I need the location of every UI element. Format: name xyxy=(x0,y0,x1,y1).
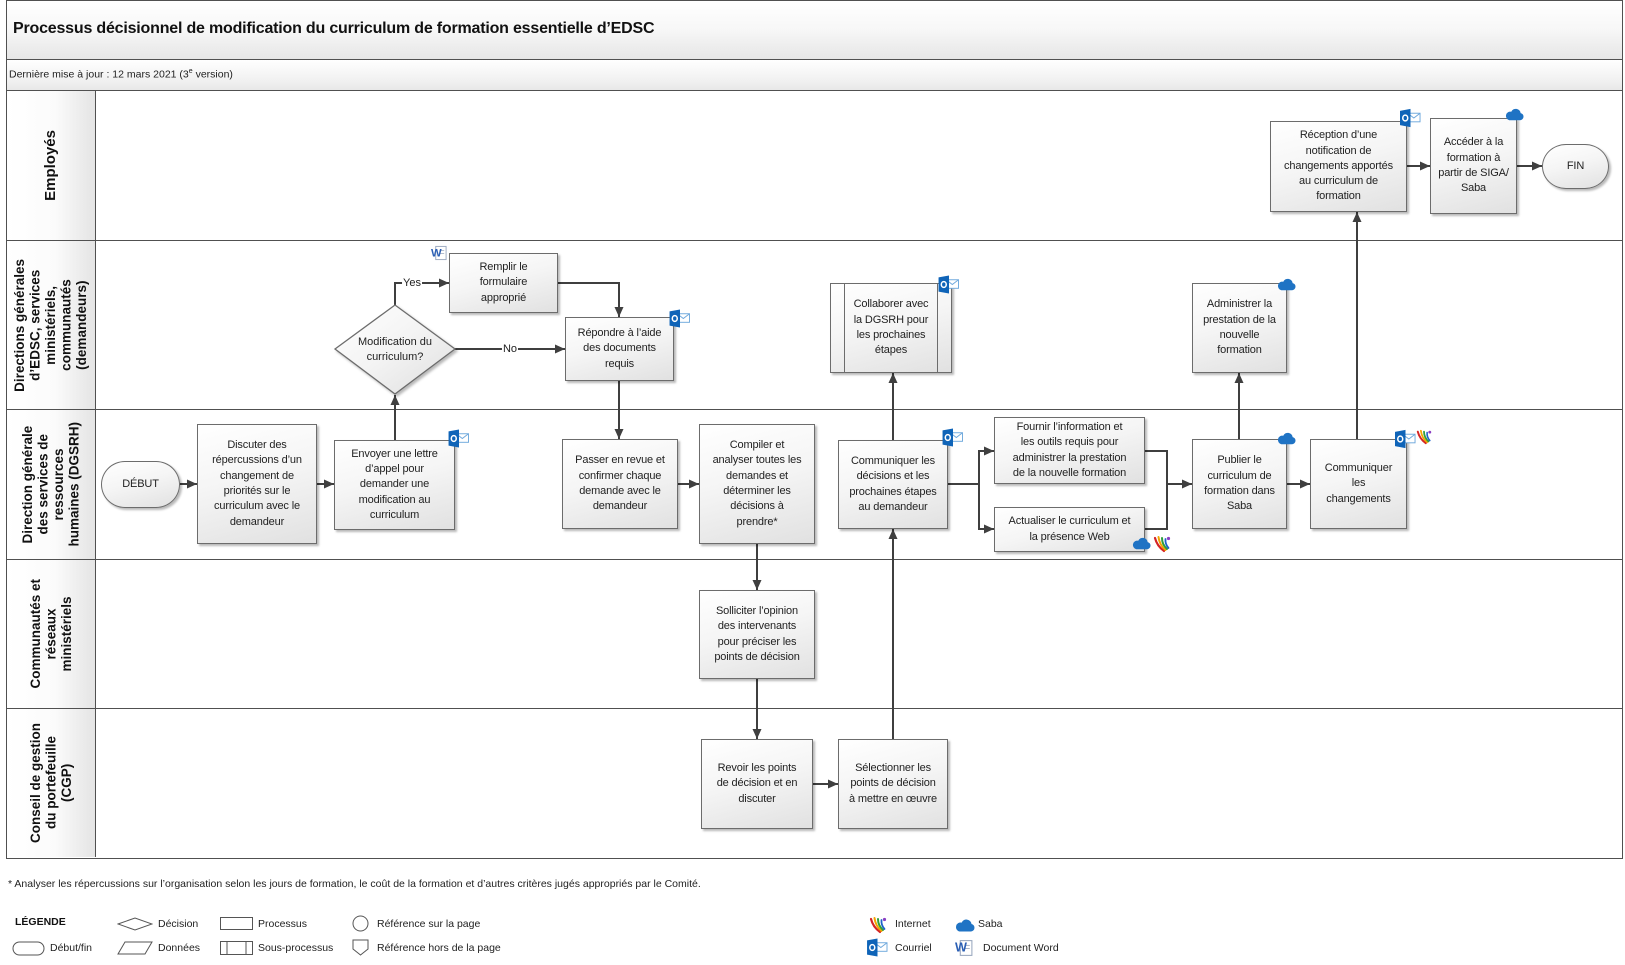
subprocess-right-bar xyxy=(937,284,938,372)
node-label: DÉBUT xyxy=(122,477,159,490)
courriel-outlook-icon xyxy=(1395,429,1416,449)
end-node: FIN xyxy=(1542,144,1609,189)
legend-process-shape xyxy=(220,917,253,930)
legend-label: Sous-processus xyxy=(258,942,334,954)
subprocess-collaborer: Collaborer avec la DGSRH pour les procha… xyxy=(830,283,952,373)
process-actualiser: Actualiser le curriculum et la présence … xyxy=(994,507,1145,552)
decision-modification-curriculum: Modification du curriculum? xyxy=(335,305,455,394)
node-label: Répondre à l’aide des documents requis xyxy=(577,327,662,370)
node-label: Actualiser le curriculum et la présence … xyxy=(1008,515,1131,543)
connector-communiquer-fournir xyxy=(948,446,994,485)
legend-label: Référence sur la page xyxy=(377,918,481,930)
node-label: Compiler et analyser toutes les demandes… xyxy=(712,439,802,528)
node-label: Revoir les points de décision et en disc… xyxy=(716,762,798,805)
node-label: Réception d’une notification de changeme… xyxy=(1284,129,1393,203)
internet-icon xyxy=(1153,535,1171,553)
connector-fournir-publier xyxy=(1145,450,1192,489)
process-solliciter: Solliciter l’opinion des intervenants po… xyxy=(699,590,815,679)
legend-label: Document Word xyxy=(983,942,1059,954)
courriel-outlook-icon xyxy=(942,428,964,447)
legend-label: Saba xyxy=(978,918,1003,930)
courriel-outlook-icon xyxy=(938,275,960,294)
process-map-canvas: Processus décisionnel de modification du… xyxy=(0,0,1625,965)
process-envoyer: Envoyer une lettre d’appel pour demander… xyxy=(334,440,455,530)
node-label: Communiquer les changements xyxy=(1324,462,1393,505)
legend-title: LÉGENDE xyxy=(15,916,66,928)
process-revoir: Revoir les points de décision et en disc… xyxy=(701,739,813,829)
node-label: FIN xyxy=(1566,159,1585,172)
decision-label: Modification du curriculum? xyxy=(358,335,432,363)
connector-communiquer-actualiser xyxy=(978,484,994,534)
process-reception: Réception d’une notification de changeme… xyxy=(1270,121,1407,212)
legend-decision-shape xyxy=(117,917,153,931)
process-remplir: Remplir le formulaire approprié xyxy=(449,253,558,313)
connector-actualiser-publier xyxy=(1145,484,1168,530)
legend-label: Internet xyxy=(895,918,931,930)
legend-start-end-shape xyxy=(12,941,45,956)
node-label: Remplir le formulaire approprié xyxy=(479,261,528,304)
yes-branch-label: Yes xyxy=(402,277,422,289)
saba-cloud-icon xyxy=(955,919,975,932)
process-communiquer-decisions: Communiquer les décisions et les prochai… xyxy=(838,440,948,529)
node-label: Envoyer une lettre d’appel pour demander… xyxy=(351,447,438,521)
legend-on-page-reference-shape xyxy=(352,915,369,932)
node-label: Sélectionner les points de décision à me… xyxy=(849,762,937,805)
node-label: Solliciter l’opinion des intervenants po… xyxy=(714,604,800,663)
node-label: Discuter des répercussions d’un changeme… xyxy=(212,439,302,528)
connector-remplir-repondre xyxy=(558,282,624,317)
saba-cloud-icon xyxy=(1132,537,1151,550)
saba-cloud-icon xyxy=(1277,278,1296,291)
node-label: Publier le curriculum de formation dans … xyxy=(1204,454,1275,513)
legend-off-page-reference-shape xyxy=(352,939,369,956)
process-publier: Publier le curriculum de formation dans … xyxy=(1192,439,1287,529)
legend-sub-process-shape xyxy=(220,941,253,955)
legend-label: Début/fin xyxy=(50,942,93,954)
word-document-icon xyxy=(431,245,448,261)
process-administrer: Administrer la prestation de la nouvelle… xyxy=(1192,283,1287,373)
subprocess-left-bar xyxy=(844,284,845,372)
start-node: DÉBUT xyxy=(101,461,180,508)
legend-label: Processus xyxy=(258,918,308,930)
footnote: * Analyser les répercussions sur l’organ… xyxy=(8,878,701,890)
courriel-outlook-icon xyxy=(669,309,691,328)
legend-label: Courriel xyxy=(895,942,932,954)
process-acceder: Accéder à la formation à partir de SIGA/… xyxy=(1430,118,1517,214)
process-selectionner: Sélectionner les points de décision à me… xyxy=(838,739,948,829)
node-label: Collaborer avec la DGSRH pour les procha… xyxy=(853,298,929,357)
word-document-icon xyxy=(955,939,974,957)
legend-label: Décision xyxy=(158,918,199,930)
saba-cloud-icon xyxy=(1505,108,1524,121)
process-fournir: Fournir l’information et les outils requ… xyxy=(994,417,1145,484)
node-label: Accéder à la formation à partir de SIGA/… xyxy=(1438,136,1509,195)
process-repondre: Répondre à l’aide des documents requis xyxy=(565,317,674,381)
saba-cloud-icon xyxy=(1277,432,1296,445)
courriel-outlook-icon xyxy=(867,938,888,957)
process-passer: Passer en revue et confirmer chaque dema… xyxy=(562,439,678,529)
process-discuter: Discuter des répercussions d’un changeme… xyxy=(197,424,317,544)
node-label: Administrer la prestation de la nouvelle… xyxy=(1203,298,1276,357)
process-compiler: Compiler et analyser toutes les demandes… xyxy=(699,424,815,544)
node-label: Communiquer les décisions et les prochai… xyxy=(849,454,937,513)
node-label: Fournir l’information et les outils requ… xyxy=(1012,420,1127,479)
courriel-outlook-icon xyxy=(448,429,470,448)
node-label: Passer en revue et confirmer chaque dema… xyxy=(575,454,665,513)
no-branch-label: No xyxy=(501,343,519,355)
internet-icon xyxy=(1416,429,1432,445)
legend-label: Données xyxy=(158,942,201,954)
legend-label: Référence hors de la page xyxy=(377,942,501,954)
internet-icon xyxy=(869,916,887,934)
courriel-outlook-icon xyxy=(1400,108,1421,128)
process-communiquer-changements: Communiquer les changements xyxy=(1310,439,1407,529)
legend-data-shape xyxy=(117,941,153,955)
